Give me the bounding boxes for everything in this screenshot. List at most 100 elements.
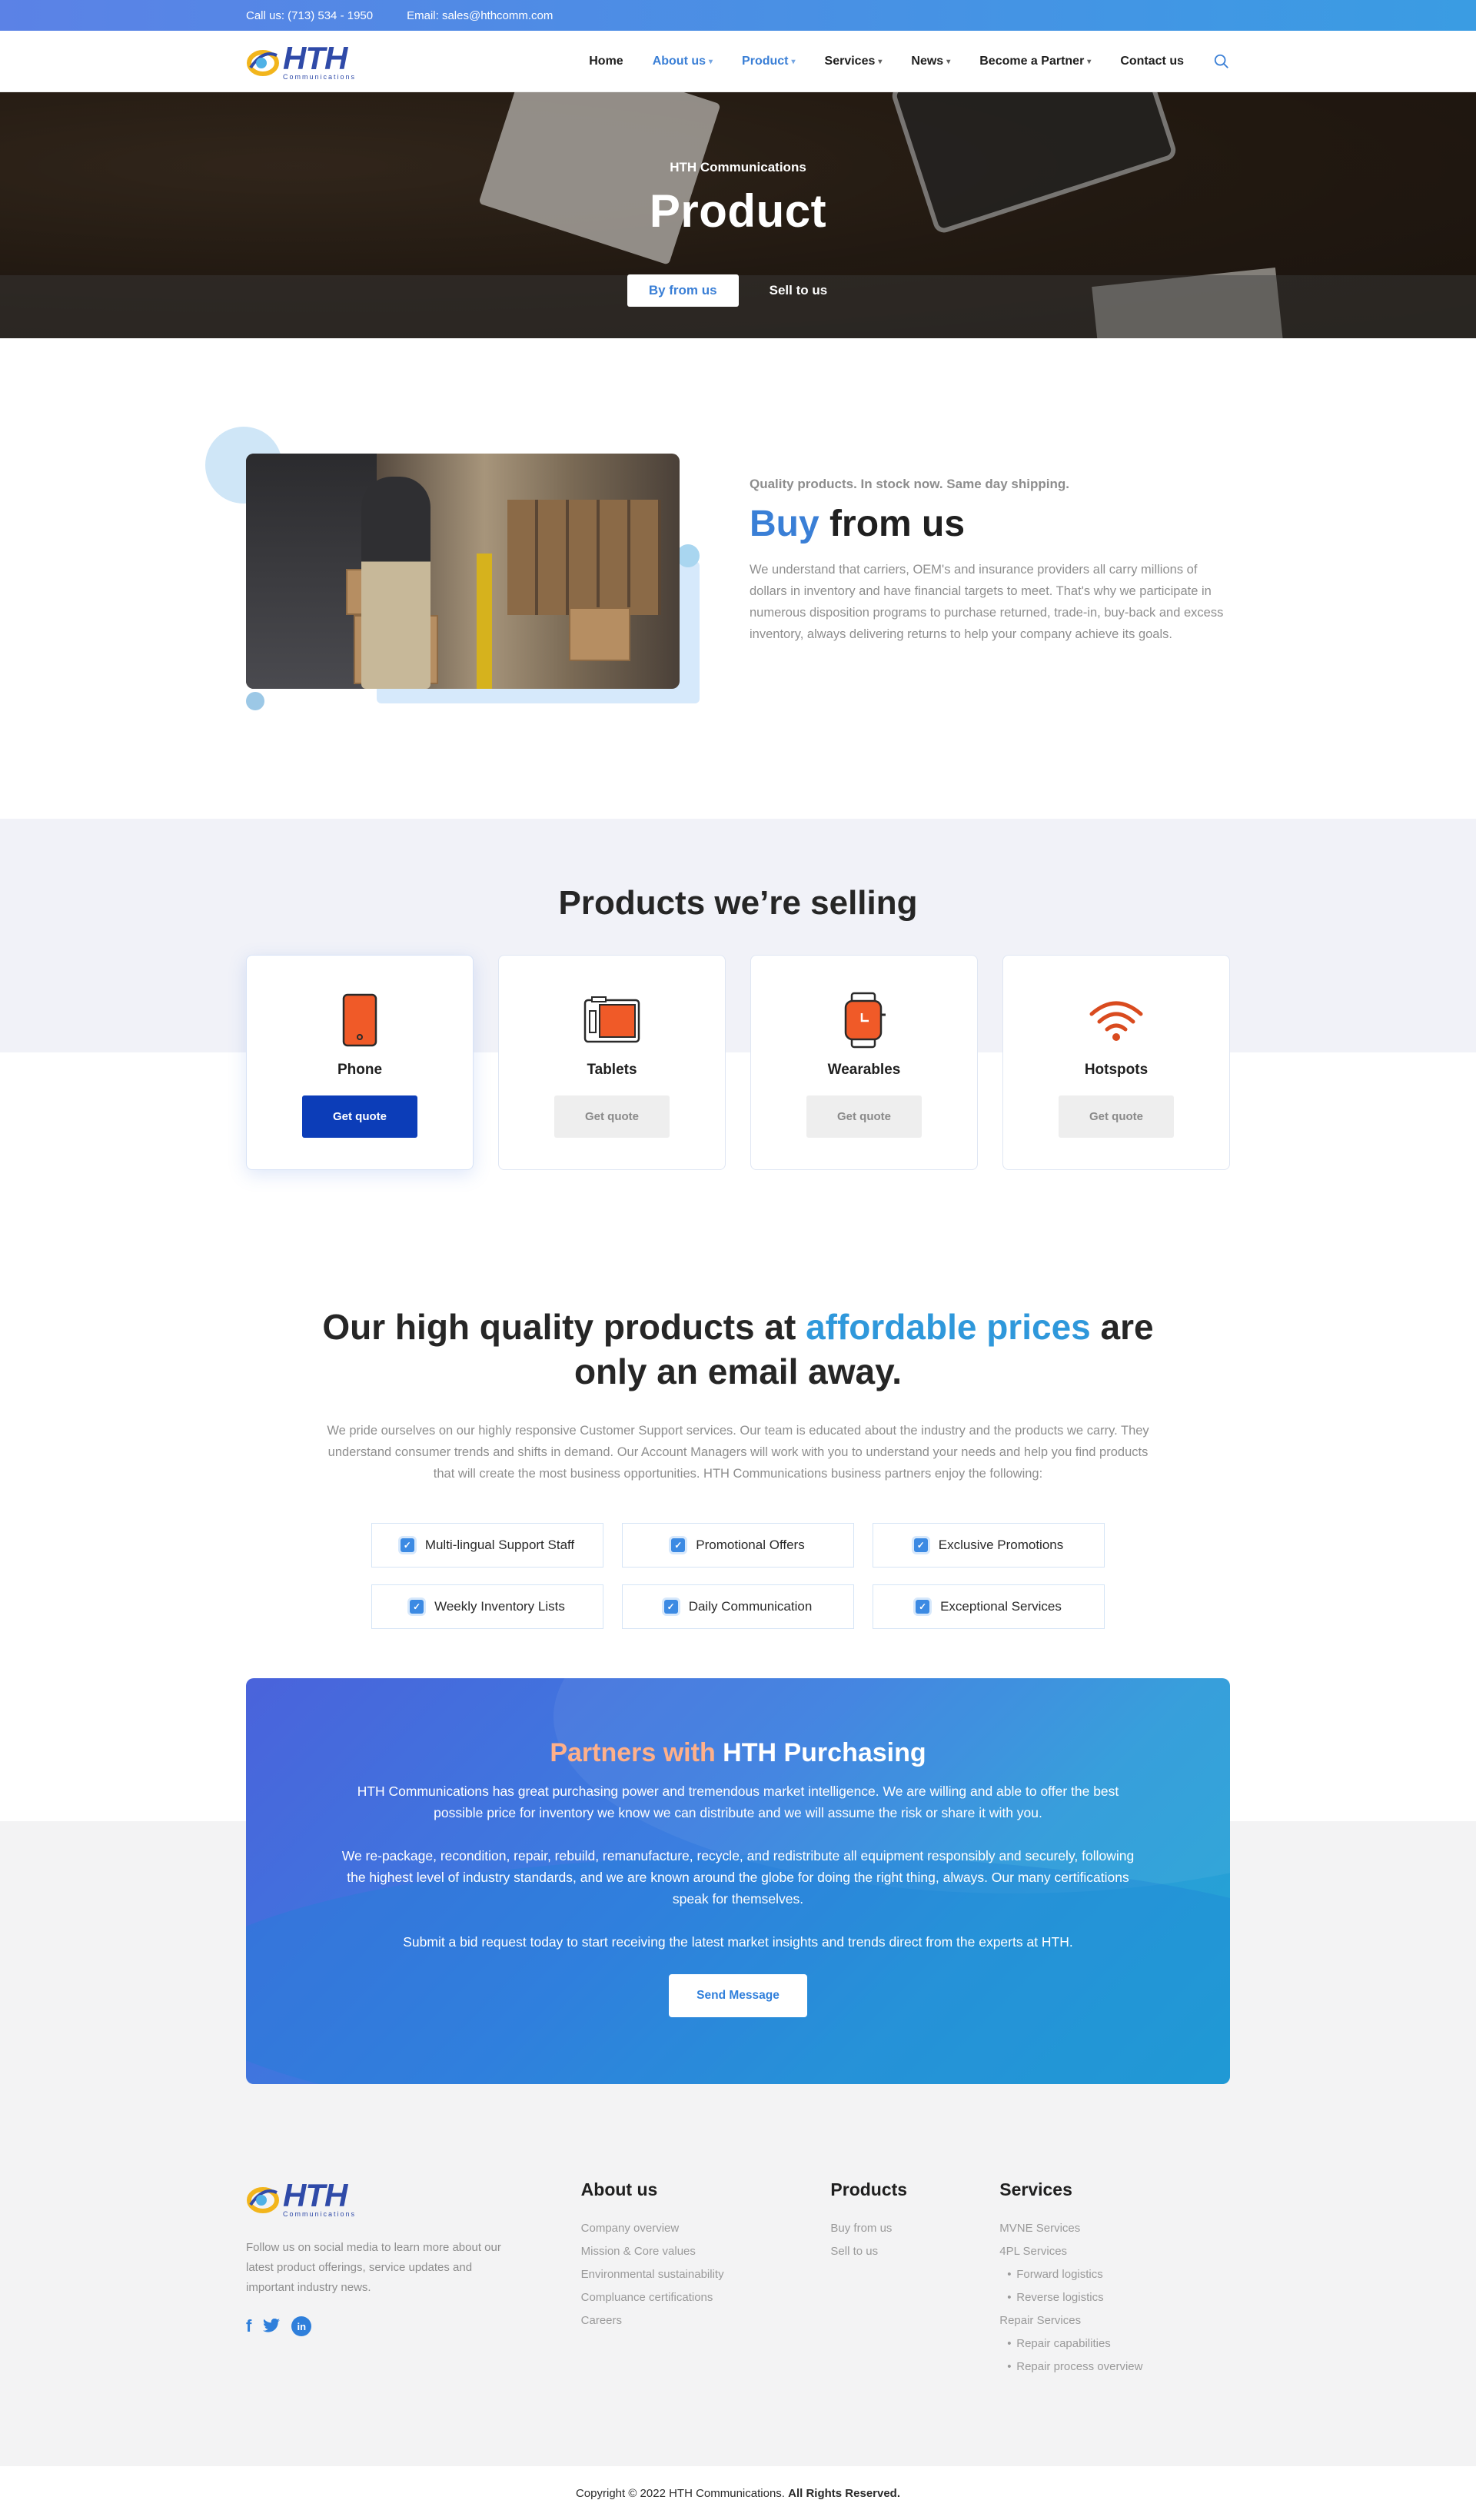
checkbox-icon: ✓ (410, 1600, 424, 1614)
checkbox-icon: ✓ (400, 1538, 414, 1552)
tab-buy-from-us[interactable]: By from us (627, 274, 739, 307)
product-name: Phone (337, 1062, 383, 1078)
afford-title: Our high quality products at affordable … (322, 1307, 1154, 1391)
partners-body-2: We re-package, recondition, repair, rebu… (341, 1848, 1135, 1907)
footer: HTH Communications Follow us on social m… (0, 2124, 1476, 2466)
features-grid: ✓ Multi-lingual Support Staff ✓ Promotiona… (0, 1523, 1476, 1629)
rights-text: All Rights Reserved. (788, 2486, 901, 2500)
footer-sublink[interactable]: Reverse logistics (999, 2286, 1230, 2309)
selling-title: Products we’re selling (558, 884, 918, 922)
nav-news[interactable]: News ▾ (911, 55, 950, 68)
page-title: Product (649, 185, 827, 237)
phone-link[interactable]: Call us: (713) 534 - 1950 (246, 9, 373, 22)
logo-swoosh-icon (247, 2187, 279, 2213)
logo-swoosh-icon (247, 50, 279, 76)
hero-eyebrow: HTH Communications (670, 160, 806, 175)
header: HTH Communications Home About us ▾ Produc… (0, 31, 1476, 92)
buy-body: We understand that carriers, OEM's and i… (750, 563, 1224, 641)
checkbox-icon: ✓ (913, 1538, 928, 1552)
chevron-down-icon: ▾ (878, 57, 883, 66)
products-selling-section: Products we’re selling Phone Get quote T… (0, 819, 1476, 1629)
footer-col-services: Services MVNE Services 4PL Services Forw… (999, 2179, 1230, 2379)
partners-body-1: HTH Communications has great purchasing … (357, 1784, 1119, 1820)
chevron-down-icon: ▾ (1087, 57, 1092, 66)
social-links: f in (246, 2316, 581, 2336)
send-message-button[interactable]: Send Message (669, 1974, 807, 2017)
phone-icon (342, 993, 377, 1047)
get-quote-button[interactable]: Get quote (554, 1095, 670, 1138)
footer-link[interactable]: Sell to us (830, 2240, 999, 2263)
product-name: Wearables (827, 1062, 901, 1078)
footer-link[interactable]: Mission & Core values (581, 2240, 831, 2263)
warehouse-photo (246, 454, 680, 689)
get-quote-button[interactable]: Get quote (302, 1095, 417, 1138)
tablet-icon (583, 996, 640, 1043)
logo[interactable]: HTH Communications (246, 42, 356, 81)
buy-title: Buy from us (750, 504, 966, 544)
smartwatch-icon (844, 992, 886, 1049)
get-quote-button[interactable]: Get quote (806, 1095, 922, 1138)
footer-heading: Services (999, 2179, 1072, 2199)
buy-section: Quality products. In stock now. Same day… (0, 338, 1476, 819)
partners-body-3: Submit a bid request today to start rece… (403, 1934, 1073, 1950)
footer-link[interactable]: Compluance certifications (581, 2286, 831, 2309)
linkedin-icon[interactable]: in (291, 2316, 312, 2336)
checkbox-icon: ✓ (916, 1600, 930, 1614)
partners-title: Partners with HTH Purchasing (550, 1738, 926, 1767)
footer-link[interactable]: Company overview (581, 2217, 831, 2240)
feature-item: ✓ Multi-lingual Support Staff (371, 1523, 603, 1568)
get-quote-button[interactable]: Get quote (1059, 1095, 1174, 1138)
footer-link[interactable]: 4PL Services (999, 2240, 1230, 2263)
product-name: Hotspots (1084, 1062, 1149, 1078)
nav-services[interactable]: Services ▾ (825, 55, 883, 68)
email-link[interactable]: Email: sales@hthcomm.com (407, 9, 553, 22)
copyright-bar: Copyright © 2022 HTH Communications. All… (0, 2466, 1476, 2520)
footer-link[interactable]: MVNE Services (999, 2217, 1230, 2240)
wifi-hotspot-icon (1089, 1001, 1143, 1041)
footer-heading: Products (830, 2179, 908, 2199)
hero-banner: HTH Communications Product By from us Se… (0, 92, 1476, 338)
nav-contact[interactable]: Contact us (1120, 55, 1184, 68)
logo-subtext: Communications (283, 73, 357, 81)
afford-body: We pride ourselves on our highly respons… (327, 1424, 1149, 1481)
twitter-icon[interactable] (262, 2319, 281, 2334)
checkbox-icon: ✓ (671, 1538, 686, 1552)
logo-subtext: Communications (283, 2210, 357, 2218)
footer-sublink[interactable]: Forward logistics (999, 2263, 1230, 2286)
top-bar: Call us: (713) 534 - 1950 Email: sales@h… (0, 0, 1476, 31)
nav-about[interactable]: About us ▾ (653, 55, 713, 68)
footer-link[interactable]: Buy from us (830, 2217, 999, 2240)
product-card-phone[interactable]: Phone Get quote (246, 955, 474, 1170)
partners-card: Partners with HTH Purchasing HTH Communi… (246, 1678, 1230, 2084)
chevron-down-icon: ▾ (791, 57, 796, 66)
footer-link[interactable]: Repair Services (999, 2309, 1230, 2332)
decor-circle (246, 692, 264, 710)
chevron-down-icon: ▾ (709, 57, 713, 66)
footer-sublink[interactable]: Repair process overview (999, 2355, 1230, 2379)
product-card-wearables[interactable]: Wearables Get quote (750, 955, 978, 1170)
facebook-icon[interactable]: f (246, 2316, 251, 2336)
footer-sublink[interactable]: Repair capabilities (999, 2332, 1230, 2355)
checkbox-icon: ✓ (663, 1600, 678, 1614)
logo-text: HTH (283, 2177, 347, 2213)
buy-tagline: Quality products. In stock now. Same day… (750, 477, 1069, 491)
decor-circle (676, 544, 700, 567)
feature-item: ✓ Exclusive Promotions (873, 1523, 1105, 1568)
logo-text: HTH (283, 40, 347, 76)
search-icon[interactable] (1213, 53, 1230, 70)
nav-home[interactable]: Home (589, 55, 623, 68)
product-card-tablets[interactable]: Tablets Get quote (498, 955, 726, 1170)
partners-section: Partners with HTH Purchasing HTH Communi… (0, 1623, 1476, 2124)
footer-about-text: Follow us on social media to learn more … (246, 2241, 501, 2294)
footer-col-products: Products Buy from us Sell to us (830, 2179, 999, 2379)
chevron-down-icon: ▾ (946, 57, 951, 66)
hero-tabs: By from us Sell to us (0, 274, 1476, 307)
tab-sell-to-us[interactable]: Sell to us (748, 274, 849, 307)
footer-logo[interactable]: HTH Communications (246, 2179, 581, 2218)
footer-link[interactable]: Environmental sustainability (581, 2263, 831, 2286)
nav-product[interactable]: Product ▾ (742, 55, 795, 68)
product-card-hotspots[interactable]: Hotspots Get quote (1002, 955, 1230, 1170)
nav-partner[interactable]: Become a Partner ▾ (979, 55, 1091, 68)
footer-link[interactable]: Careers (581, 2309, 831, 2332)
footer-col-about: About us Company overview Mission & Core… (581, 2179, 831, 2379)
